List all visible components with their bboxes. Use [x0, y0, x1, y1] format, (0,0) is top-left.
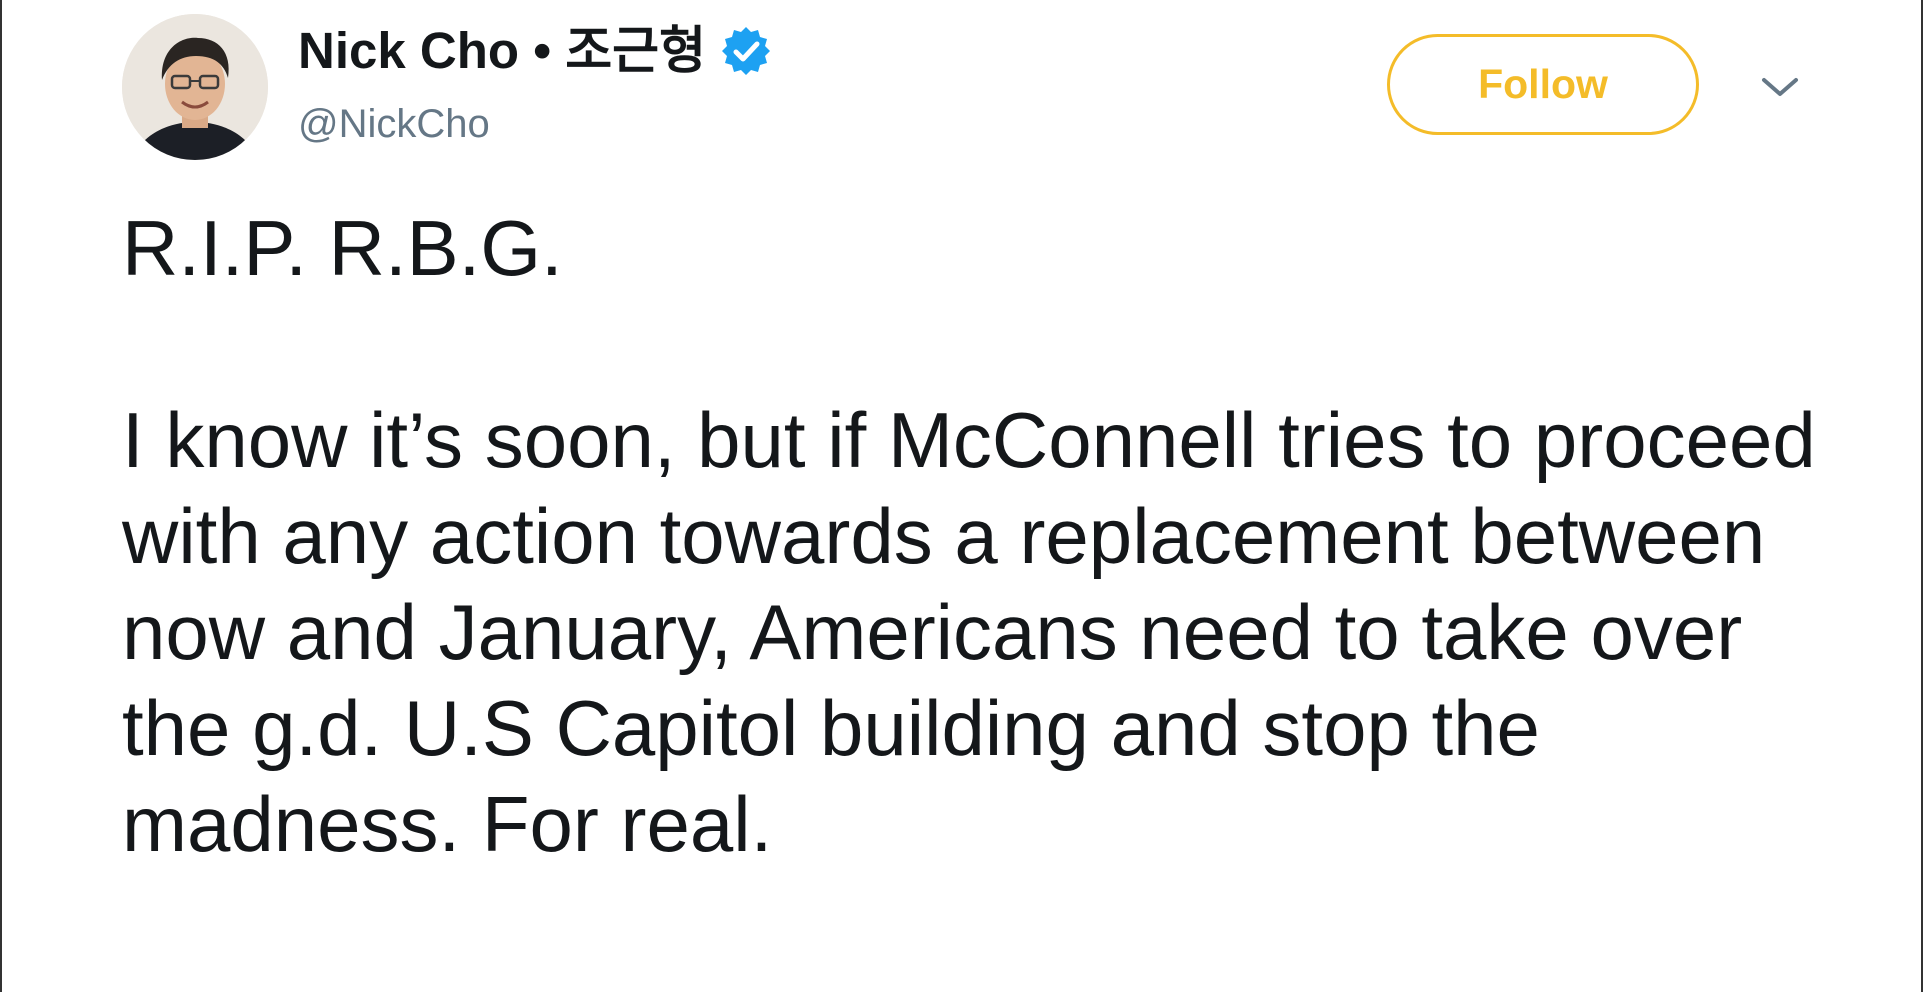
tweet-body: I know it’s soon, but if McConnell tries…	[122, 396, 1838, 868]
user-handle[interactable]: @NickCho	[298, 98, 490, 150]
tweet-line-1: R.I.P. R.B.G.	[122, 204, 563, 292]
chevron-down-icon[interactable]	[1758, 70, 1802, 104]
avatar[interactable]	[122, 14, 268, 160]
display-name[interactable]: Nick Cho • 조근형	[298, 18, 706, 84]
tweet-text: R.I.P. R.B.G. I know it’s soon, but if M…	[122, 200, 1842, 872]
verified-badge-icon	[720, 25, 772, 77]
follow-button[interactable]: Follow	[1387, 34, 1699, 135]
tweet-card: Nick Cho • 조근형 @NickCho Follow R.I.P. R.…	[0, 0, 1923, 992]
name-row: Nick Cho • 조근형	[298, 18, 772, 84]
user-avatar-icon	[122, 14, 268, 160]
